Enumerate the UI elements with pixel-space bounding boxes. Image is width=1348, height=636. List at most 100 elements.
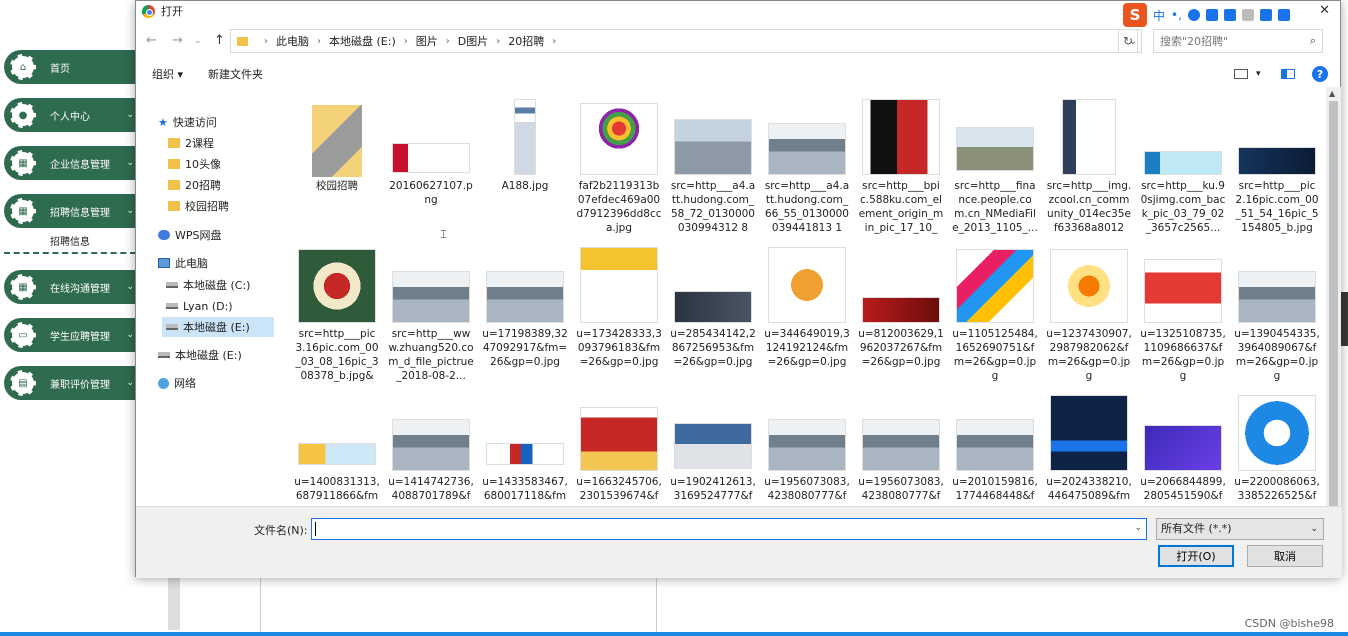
breadcrumb-separator-icon[interactable]: › <box>317 36 321 47</box>
view-icon[interactable] <box>1234 69 1248 79</box>
file-item[interactable]: u=1663245706,2301539674&f <box>576 393 662 505</box>
app-scrollbar[interactable] <box>168 576 180 630</box>
file-item[interactable]: u=1400831313,687911866&fm <box>294 393 380 505</box>
nav-item[interactable]: 10头像 <box>168 154 221 174</box>
file-item[interactable]: u=1956073083,4238080777&f <box>764 393 850 505</box>
file-item[interactable]: src=http___img.zcool.cn_community_014ec3… <box>1046 97 1132 237</box>
file-item[interactable]: 校园招聘 <box>294 97 380 237</box>
nav-item[interactable]: 本地磁盘 (E:) <box>162 317 274 337</box>
file-list-scrollbar[interactable]: ▲ ▼ <box>1326 87 1341 577</box>
preview-pane-icon[interactable] <box>1281 69 1295 79</box>
file-item[interactable]: u=812003629,1962037267&fm=26&gp=0.jpg <box>858 245 944 385</box>
nav-item[interactable]: 本地磁盘 (E:) <box>158 345 242 365</box>
chevron-down-icon: ⌄ <box>126 158 134 168</box>
cancel-button[interactable]: 取消 <box>1247 545 1323 567</box>
nav-item[interactable]: 校园招聘 <box>168 196 229 216</box>
sidebar-item-4[interactable]: ▦ 在线沟通管理 ⌄ <box>4 270 136 304</box>
file-item[interactable]: src=http___a4.att.hudong.com_66_55_01300… <box>764 97 850 237</box>
file-item[interactable]: u=1956073083,4238080777&f <box>858 393 944 505</box>
file-item[interactable]: u=17198389,3247092917&fm=26&gp=0.jpg <box>482 245 568 385</box>
breadcrumb-separator-icon[interactable]: › <box>552 36 556 47</box>
nav-item[interactable]: Lyan (D:) <box>166 296 233 316</box>
ime-mode[interactable]: 中 <box>1153 7 1165 24</box>
filename-input[interactable]: ⌄ <box>311 518 1147 540</box>
scrollbar-thumb[interactable] <box>1329 101 1338 571</box>
folder-icon <box>312 105 362 177</box>
history-dropdown-icon[interactable]: ⌄ <box>194 36 202 46</box>
file-name: u=1902412613,3169524777&f <box>670 476 756 502</box>
breadcrumb-item[interactable]: 本地磁盘 (E:) <box>329 33 396 49</box>
sidebar-subitem[interactable]: 招聘信息 <box>4 228 136 254</box>
file-item[interactable]: u=2066844899,2805451590&f <box>1140 393 1226 505</box>
nav-item[interactable]: 本地磁盘 (C:) <box>166 275 250 295</box>
sidebar-item-3[interactable]: ▦ 招聘信息管理 ⌄ <box>4 194 136 228</box>
file-item[interactable]: A188.jpg <box>482 97 568 237</box>
breadcrumb-separator-icon[interactable]: › <box>496 36 500 47</box>
file-item[interactable]: src=http___finance.people.com.cn_NMediaF… <box>952 97 1038 237</box>
file-item[interactable]: u=1433583467,680017118&fm <box>482 393 568 505</box>
new-folder-button[interactable]: 新建文件夹 <box>208 66 263 82</box>
file-item[interactable]: src=http___bpic.588ku.com_element_origin… <box>858 97 944 237</box>
file-item[interactable]: u=2024338210,446475089&fm <box>1046 393 1132 505</box>
user-icon[interactable] <box>1241 9 1254 21</box>
keyboard-icon[interactable] <box>1223 9 1236 21</box>
nav-item[interactable]: WPS网盘 <box>158 225 222 245</box>
close-icon[interactable]: ✕ <box>1319 3 1330 18</box>
file-item[interactable]: u=2200086063,3385226525&f <box>1234 393 1320 505</box>
file-item[interactable]: src=http___pic2.16pic.com_00_51_54_16pic… <box>1234 97 1320 237</box>
sidebar-item-1[interactable]: ● 个人中心 ⌄ <box>4 98 136 132</box>
search-input[interactable]: 搜索"20招聘" ⌕ <box>1153 29 1323 53</box>
sidebar-item-2[interactable]: ▦ 企业信息管理 ⌄ <box>4 146 136 180</box>
file-item[interactable]: u=1902412613,3169524777&f <box>670 393 756 505</box>
file-item[interactable]: u=1237430907,2987982062&fm=26&gp=0.jpg <box>1046 245 1132 385</box>
file-item[interactable]: u=2010159816,1774468448&f <box>952 393 1038 505</box>
address-bar[interactable]: › 此电脑 › 本地磁盘 (E:) › 图片 › D图片 › 20招聘 › ⌄ <box>230 29 1142 53</box>
navigation-pane: ★ 快速访问 2课程 10头像 20招聘 校园招聘 WPS网盘此电脑 本地磁盘 (C:) Lya… <box>136 97 276 505</box>
file-item[interactable]: u=1325108735,1109686637&fm=26&gp=0.jpg <box>1140 245 1226 385</box>
filetype-select[interactable]: 所有文件 (*.*) ⌄ <box>1156 518 1324 540</box>
file-item[interactable]: u=344649019,3124192124&fm=26&gp=0.jpg <box>764 245 850 385</box>
view-dropdown-icon[interactable]: ▾ <box>1256 69 1261 79</box>
file-item[interactable]: src=http___www.zhuang520.com_d_file_pict… <box>388 245 474 385</box>
file-item[interactable]: src=http___a4.att.hudong.com_58_72_01300… <box>670 97 756 237</box>
nav-item[interactable]: 20招聘 <box>168 175 221 195</box>
file-item[interactable]: faf2b2119313b07efdec469a00d7912396dd8cca… <box>576 97 662 237</box>
refresh-icon[interactable]: ↻ <box>1118 29 1138 53</box>
file-item[interactable]: src=http___pic3.16pic.com_00_03_08_16pic… <box>294 245 380 385</box>
nav-item[interactable]: 2课程 <box>168 133 214 153</box>
sidebar-item-0[interactable]: ⌂ 首页 <box>4 50 136 84</box>
filename-dropdown-icon[interactable]: ⌄ <box>1134 523 1142 533</box>
file-item[interactable]: u=1105125484,1652690751&fm=26&gp=0.jpg <box>952 245 1038 385</box>
nav-item[interactable]: 网络 <box>158 373 196 393</box>
mic-icon[interactable] <box>1205 9 1218 21</box>
up-icon[interactable]: ↑ <box>214 33 225 48</box>
file-item[interactable]: u=173428333,3093796183&fm=26&gp=0.jpg <box>576 245 662 385</box>
open-button[interactable]: 打开(O) <box>1158 545 1234 567</box>
breadcrumb-separator-icon[interactable]: › <box>404 36 408 47</box>
nav-item[interactable]: 此电脑 <box>158 253 208 273</box>
file-item[interactable]: 20160627107.png <box>388 97 474 237</box>
nav-item[interactable]: ★ 快速访问 <box>158 112 217 132</box>
sidebar-item-6[interactable]: ▤ 兼职评价管理 ⌄ <box>4 366 136 400</box>
organize-button[interactable]: 组织 ▾ <box>152 66 183 82</box>
file-item[interactable]: u=1390454335,3964089067&fm=26&gp=0.jpg <box>1234 245 1320 385</box>
apps-icon[interactable] <box>1277 9 1290 21</box>
ime-punct[interactable]: •, <box>1171 8 1182 22</box>
breadcrumb-separator-icon[interactable]: › <box>264 36 268 47</box>
file-item[interactable]: u=1414742736,4088701789&f <box>388 393 474 505</box>
help-icon[interactable]: ? <box>1312 66 1328 82</box>
back-icon[interactable]: ← <box>146 33 157 48</box>
breadcrumb-item[interactable]: D图片 <box>458 33 488 49</box>
breadcrumb-item[interactable]: 此电脑 <box>276 33 309 49</box>
sogou-icon[interactable]: S <box>1123 3 1147 27</box>
breadcrumb-item[interactable]: 图片 <box>416 33 438 49</box>
emoji-icon[interactable] <box>1187 9 1200 21</box>
shirt-icon[interactable] <box>1259 9 1272 21</box>
sidebar-item-5[interactable]: ▭ 学生应聘管理 ⌄ <box>4 318 136 352</box>
file-thumbnail <box>768 247 846 323</box>
breadcrumb-separator-icon[interactable]: › <box>446 36 450 47</box>
file-item[interactable]: u=285434142,2867256953&fm=26&gp=0.jpg <box>670 245 756 385</box>
forward-icon[interactable]: → <box>172 33 183 48</box>
breadcrumb-item[interactable]: 20招聘 <box>508 33 544 49</box>
file-item[interactable]: src=http___ku.90sjimg.com_back_pic_03_79… <box>1140 97 1226 237</box>
